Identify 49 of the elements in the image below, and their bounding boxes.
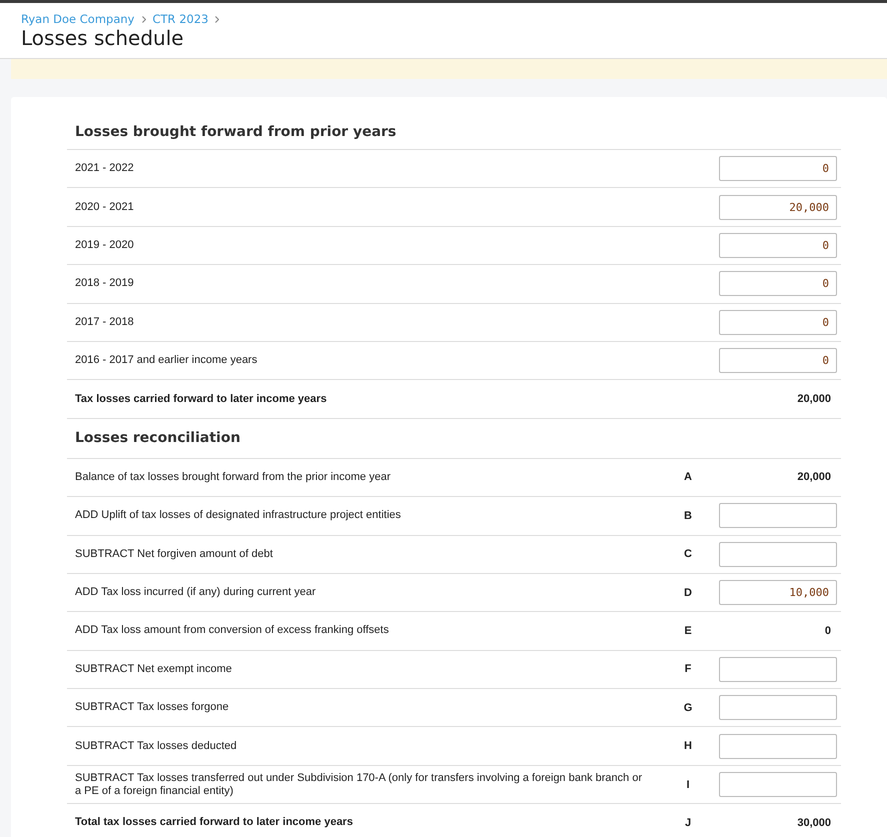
row-label: ADD Tax loss incurred (if any) during current year: [75, 586, 317, 600]
amount-value: 0: [824, 624, 832, 637]
row-label: ADD Uplift of tax losses of designated infrastructure project entities: [75, 509, 402, 522]
line-code: B: [683, 510, 693, 522]
row-label: Tax losses carried forward to later income years: [75, 392, 328, 406]
amount-field[interactable]: [719, 695, 837, 720]
row-label: SUBTRACT Net forgiven amount of debt: [75, 548, 274, 561]
amount-field[interactable]: 20,000: [719, 194, 837, 220]
line-code: A: [683, 471, 693, 484]
page-title: Losses schedule: [21, 26, 185, 50]
amount-field[interactable]: 0: [719, 310, 837, 335]
row-label: Total tax losses carried forward to later income years: [75, 816, 354, 830]
row-label: 2021 - 2022: [75, 162, 135, 176]
amount-field[interactable]: [719, 503, 837, 528]
line-code: I: [685, 778, 691, 791]
amount-value: 20,000: [796, 393, 832, 406]
row-label: SUBTRACT Tax losses deducted: [75, 740, 238, 753]
section-heading: Losses brought forward from prior years: [67, 114, 841, 150]
amount-field[interactable]: [719, 656, 837, 682]
line-code: C: [683, 548, 693, 560]
line-code: G: [682, 702, 694, 714]
row-label: ADD Tax loss amount from conversion of excess franking offsets: [75, 624, 390, 638]
row-label: SUBTRACT Net exempt income: [75, 662, 233, 676]
amount-field[interactable]: 0: [719, 271, 837, 296]
chevron-icon: [142, 16, 146, 22]
row-label: 2020 - 2021: [75, 200, 135, 214]
row-label: 2019 - 2020: [75, 238, 135, 252]
line-code: F: [684, 663, 692, 676]
line-code: H: [683, 740, 693, 752]
row-label: Balance of tax losses brought forward from the prior income year: [75, 470, 392, 484]
row-label: SUBTRACT Tax losses transferred out under Subdivision 170-A (only for transfers involving a foreign bank branch or a PE of a foreign financial entity): [75, 772, 643, 798]
line-code: J: [684, 816, 692, 829]
row-label: 2018 - 2019: [75, 277, 135, 290]
row-label: SUBTRACT Tax losses forgone: [75, 701, 230, 714]
line-code: E: [683, 624, 693, 637]
line-code: D: [683, 586, 693, 599]
amount-field[interactable]: [719, 772, 837, 798]
amount-field[interactable]: 0: [719, 156, 837, 182]
row-label: 2016 - 2017 and earlier income years: [75, 354, 258, 368]
section-heading: Losses reconciliation: [67, 418, 841, 459]
amount-field[interactable]: 0: [719, 232, 837, 258]
amount-field[interactable]: [719, 542, 837, 567]
row-label: 2017 - 2018: [75, 316, 135, 329]
amount-value: 20,000: [796, 471, 832, 484]
amount-field[interactable]: 0: [719, 348, 837, 374]
chevron-icon: [215, 16, 220, 22]
amount-field[interactable]: [719, 734, 837, 759]
amount-field[interactable]: 10,000: [719, 580, 837, 606]
amount-value: 30,000: [796, 816, 832, 829]
